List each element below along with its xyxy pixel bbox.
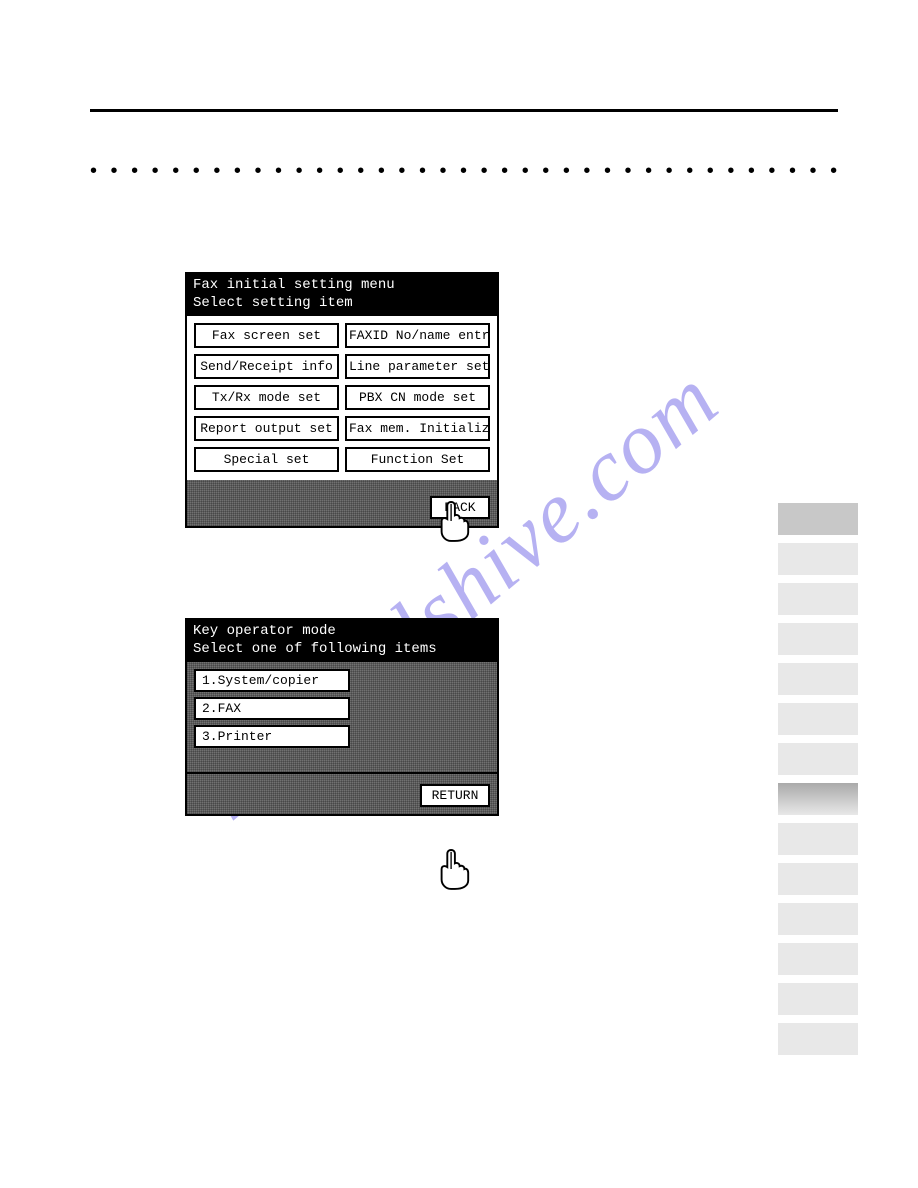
header-rule: [90, 109, 838, 112]
sidebar-tab: [778, 823, 858, 855]
dotted-rule: • • • • • • • • • • • • • • • • • • • • …: [90, 160, 838, 183]
lcd-list: 1.System/copier 2.FAX 3.Printer: [187, 662, 497, 755]
sidebar-tab: [778, 743, 858, 775]
fax-item[interactable]: 2.FAX: [194, 697, 350, 720]
fax-screen-set-button[interactable]: Fax screen set: [194, 323, 339, 348]
sidebar-tab: [778, 863, 858, 895]
send-receipt-info-button[interactable]: Send/Receipt info: [194, 354, 339, 379]
lcd-button-grid: Fax screen set FAXID No/name entry Send/…: [187, 316, 497, 480]
lcd-footer: RETURN: [187, 774, 497, 814]
return-button[interactable]: RETURN: [420, 784, 490, 807]
sidebar-tab: [778, 903, 858, 935]
function-set-button[interactable]: Function Set: [345, 447, 490, 472]
sidebar-tab: [778, 703, 858, 735]
lcd-title-line2: Select one of following items: [193, 641, 491, 659]
sidebar-tab: [778, 623, 858, 655]
report-output-set-button[interactable]: Report output set: [194, 416, 339, 441]
lcd-panel-fax-initial: Fax initial setting menu Select setting …: [185, 272, 499, 528]
lcd-title-line1: Fax initial setting menu: [193, 277, 491, 295]
sidebar-tab: [778, 503, 858, 535]
tx-rx-mode-set-button[interactable]: Tx/Rx mode set: [194, 385, 339, 410]
line-parameter-set-button[interactable]: Line parameter set: [345, 354, 490, 379]
sidebar-tab: [778, 663, 858, 695]
lcd-panel-key-operator: Key operator mode Select one of followin…: [185, 618, 499, 816]
fax-mem-initialize-button[interactable]: Fax mem. Initialize: [345, 416, 490, 441]
lcd-body: 1.System/copier 2.FAX 3.Printer: [187, 662, 497, 772]
sidebar-tab: [778, 543, 858, 575]
sidebar-tab-active: [778, 783, 858, 815]
special-set-button[interactable]: Special set: [194, 447, 339, 472]
lcd-title-line1: Key operator mode: [193, 623, 491, 641]
sidebar-tab: [778, 583, 858, 615]
sidebar-tab: [778, 1023, 858, 1055]
finger-pointer-icon: [434, 847, 472, 891]
faxid-no-name-entry-button[interactable]: FAXID No/name entry: [345, 323, 490, 348]
sidebar-tabs: [778, 503, 858, 1055]
system-copier-item[interactable]: 1.System/copier: [194, 669, 350, 692]
printer-item[interactable]: 3.Printer: [194, 725, 350, 748]
sidebar-tab: [778, 983, 858, 1015]
lcd-header: Key operator mode Select one of followin…: [187, 620, 497, 662]
pbx-cn-mode-set-button[interactable]: PBX CN mode set: [345, 385, 490, 410]
finger-pointer-icon: [434, 499, 472, 543]
lcd-header: Fax initial setting menu Select setting …: [187, 274, 497, 316]
sidebar-tab: [778, 943, 858, 975]
lcd-title-line2: Select setting item: [193, 295, 491, 313]
